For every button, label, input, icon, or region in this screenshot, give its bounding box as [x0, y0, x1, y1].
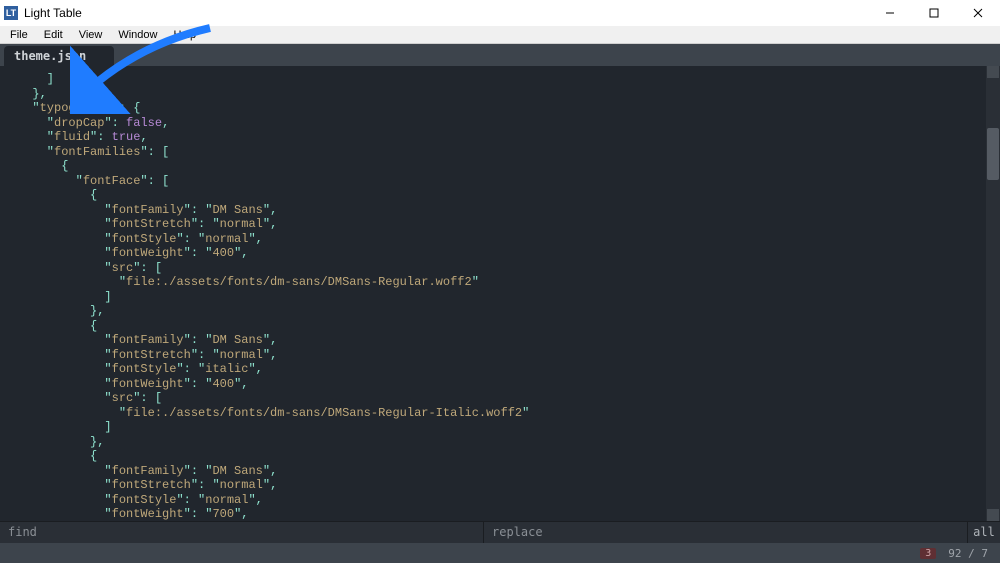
os-title-bar: LT Light Table — [0, 0, 1000, 26]
tab-label: theme.json — [14, 49, 86, 63]
scroll-up-arrow[interactable] — [987, 66, 999, 78]
find-input[interactable]: find — [0, 522, 484, 543]
minimize-button[interactable] — [868, 0, 912, 26]
window-title: Light Table — [24, 6, 82, 20]
status-bar: 3 92 / 7 — [0, 543, 1000, 563]
replace-all-button[interactable]: all — [968, 522, 1000, 543]
menu-file[interactable]: File — [6, 28, 32, 42]
menu-help[interactable]: Help — [169, 28, 200, 42]
scroll-down-arrow[interactable] — [987, 509, 999, 521]
menu-bar: File Edit View Window Help — [0, 26, 1000, 44]
replace-input[interactable]: replace — [484, 522, 968, 543]
error-count-badge[interactable]: 3 — [920, 548, 936, 559]
menu-edit[interactable]: Edit — [40, 28, 67, 42]
tab-strip: theme.json — [0, 44, 1000, 66]
scroll-thumb[interactable] — [987, 128, 999, 180]
editor-area: ] }, "typography": { "dropCap": false, "… — [0, 66, 1000, 521]
code-editor[interactable]: ] }, "typography": { "dropCap": false, "… — [0, 66, 986, 521]
find-replace-bar: find replace all — [0, 521, 1000, 543]
vertical-scrollbar[interactable] — [986, 66, 1000, 521]
menu-window[interactable]: Window — [114, 28, 161, 42]
menu-view[interactable]: View — [75, 28, 107, 42]
cursor-position: 92 / 7 — [948, 547, 988, 560]
app-icon: LT — [4, 6, 18, 20]
close-button[interactable] — [956, 0, 1000, 26]
tab-theme-json[interactable]: theme.json — [4, 46, 114, 66]
maximize-button[interactable] — [912, 0, 956, 26]
